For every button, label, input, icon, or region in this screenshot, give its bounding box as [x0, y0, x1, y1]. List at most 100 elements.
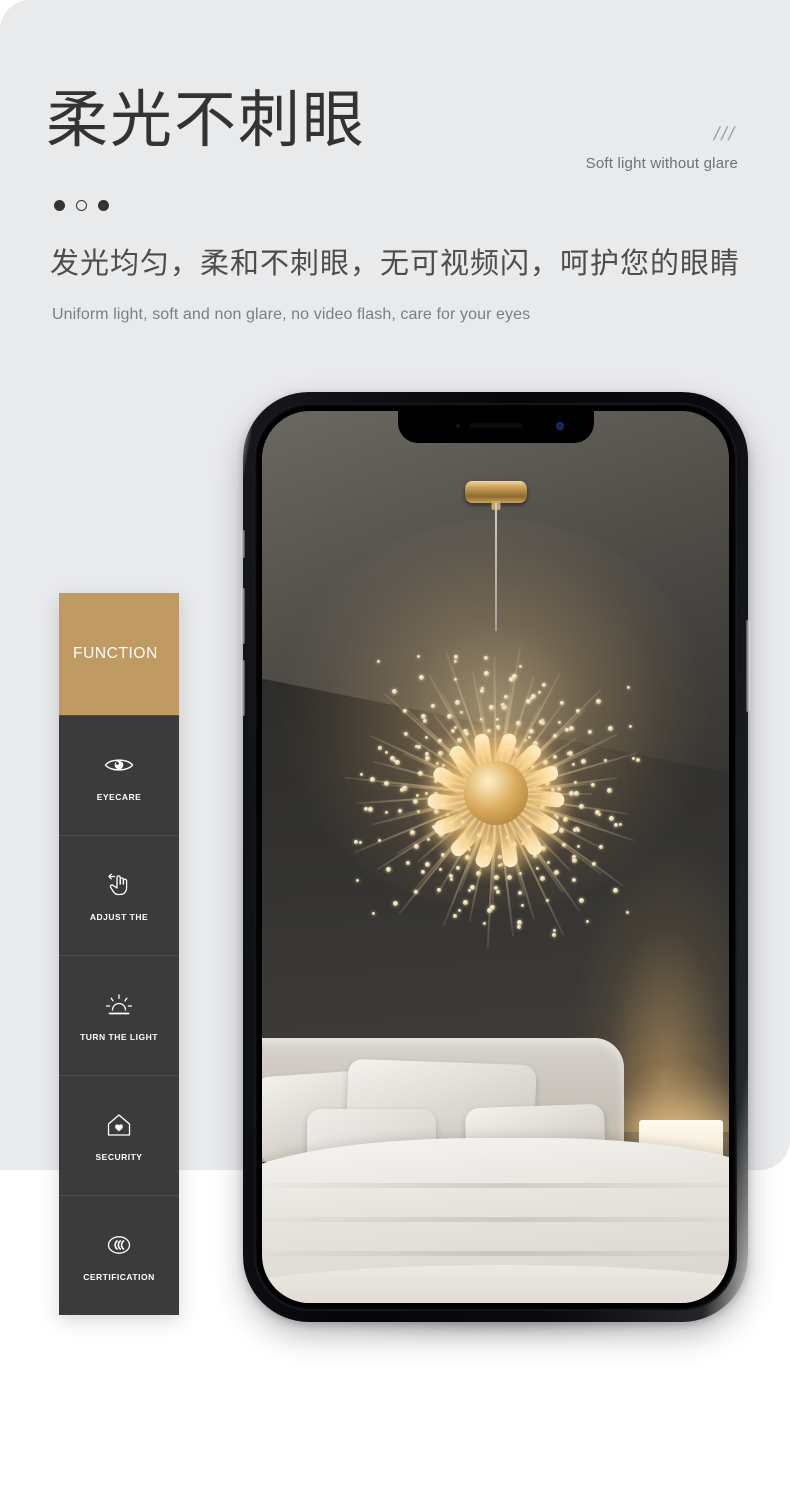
crystal-bead	[553, 754, 558, 759]
crystal-bead	[368, 806, 374, 812]
crystal-bead	[486, 729, 491, 734]
crystal-bead	[457, 908, 461, 912]
crystal-bead	[572, 828, 577, 833]
crystal-bead	[607, 725, 613, 731]
crystal-bead	[497, 727, 501, 730]
crystal-bead	[433, 808, 439, 814]
function-sidebar: FUNCTION EYECARE ADJUST THE TURN THE LIG…	[59, 593, 179, 1315]
crystal-bead	[377, 659, 381, 663]
crystal-bead	[512, 673, 518, 679]
carousel-indicator[interactable]	[54, 200, 109, 211]
mute-switch[interactable]	[241, 530, 245, 558]
crystal-bead	[503, 694, 508, 699]
crystal-bead	[538, 786, 542, 790]
crystal-bead	[459, 710, 463, 714]
carousel-dot-3[interactable]	[98, 200, 109, 211]
duvet-fold	[262, 1216, 729, 1222]
chandelier-hub	[463, 761, 528, 825]
crystal-bead	[397, 808, 402, 813]
crystal-bead	[409, 830, 415, 836]
subtitle-english: Uniform light, soft and non glare, no vi…	[52, 306, 531, 323]
crystal-bead	[483, 670, 489, 676]
crystal-bead	[518, 664, 522, 668]
crystal-bead	[631, 757, 635, 761]
crystal-bead	[498, 864, 502, 868]
sidebar-item-label: CERTIFICATION	[83, 1271, 155, 1282]
crystal-bead	[392, 688, 397, 694]
crystal-bead	[488, 704, 494, 710]
crystal-bead	[385, 867, 391, 873]
crystal-bead	[484, 655, 489, 660]
sidebar-item-eyecare[interactable]: EYECARE	[59, 715, 179, 835]
crystal-bead	[364, 806, 369, 811]
sidebar-item-adjust-the[interactable]: ADJUST THE	[59, 835, 179, 955]
crystal-bead	[424, 735, 428, 739]
crystal-bead	[414, 844, 420, 850]
crystal-bead	[594, 809, 600, 815]
crystal-bead	[455, 865, 460, 870]
crystal-bead	[577, 828, 581, 832]
sidebar-item-turn-the-light[interactable]: TURN THE LIGHT	[59, 955, 179, 1075]
subtitle-chinese: 发光均匀，柔和不刺眼，无可视频闪，呵护您的眼睛	[50, 246, 741, 280]
crystal-bead	[438, 738, 443, 743]
chandelier-wire	[494, 503, 497, 631]
crystal-bead	[588, 730, 593, 735]
phone-mockup	[241, 392, 750, 1322]
volume-up-button[interactable]	[241, 588, 245, 644]
eye-icon	[102, 750, 136, 780]
crystal-bead	[595, 699, 601, 705]
crystal-bead	[557, 720, 561, 724]
sidebar-header: FUNCTION	[59, 593, 179, 715]
sidebar-item-security[interactable]: SECURITY	[59, 1075, 179, 1195]
crystal-bead	[451, 729, 456, 734]
crystal-bead	[372, 911, 376, 915]
product-detail-page: 柔光不刺眼 /// Soft light without glare 发光均匀，…	[0, 0, 790, 1487]
crystal-bead	[559, 827, 565, 833]
crystal-bead	[556, 816, 560, 820]
crystal-bead	[438, 751, 444, 757]
crystal-bead	[579, 898, 585, 904]
crystal-bead	[394, 760, 400, 766]
crystal-bead	[462, 900, 468, 906]
crystal-bead	[528, 728, 534, 734]
crystal-bead	[356, 878, 360, 882]
earpiece-speaker	[468, 423, 523, 428]
sidebar-title: FUNCTION	[73, 645, 158, 662]
crystal-bead	[455, 699, 461, 705]
sidebar-item-label: EYECARE	[96, 791, 142, 802]
volume-down-button[interactable]	[241, 660, 245, 716]
crystal-bead	[527, 735, 531, 739]
carousel-dot-2[interactable]	[76, 200, 87, 211]
crystal-bead	[425, 755, 431, 761]
crystal-bead	[449, 877, 453, 881]
room-scene-image	[262, 411, 729, 1303]
crystal-bead	[543, 759, 549, 765]
crystal-bead	[535, 866, 539, 870]
crystal-bead	[520, 904, 524, 908]
crystal-bead	[539, 875, 545, 881]
crystal-bead	[464, 731, 469, 736]
crystal-bead	[526, 699, 532, 705]
carousel-dot-1[interactable]	[54, 200, 65, 211]
crystal-bead	[453, 660, 457, 664]
proximity-sensor-icon	[455, 424, 460, 428]
crystal-bead	[385, 811, 389, 815]
crystal-bead	[607, 788, 613, 794]
crystal-bead	[431, 704, 436, 709]
crystal-bead	[547, 860, 551, 864]
crystal-bead	[354, 839, 359, 844]
crystal-bead	[568, 726, 574, 732]
crystal-bead	[422, 718, 427, 723]
crystal-bead	[417, 770, 423, 776]
crystal-bead	[628, 724, 632, 728]
duvet-fold	[262, 1250, 729, 1256]
crystal-bead	[577, 844, 581, 848]
power-button[interactable]	[746, 620, 750, 712]
crystal-chandelier	[331, 628, 661, 958]
crystal-bead	[482, 921, 486, 925]
sidebar-item-certification[interactable]: CERTIFICATION	[59, 1195, 179, 1315]
crystal-bead	[553, 929, 557, 933]
crystal-bead	[551, 932, 556, 937]
crystal-bead	[571, 878, 576, 883]
crystal-bead	[573, 790, 579, 796]
